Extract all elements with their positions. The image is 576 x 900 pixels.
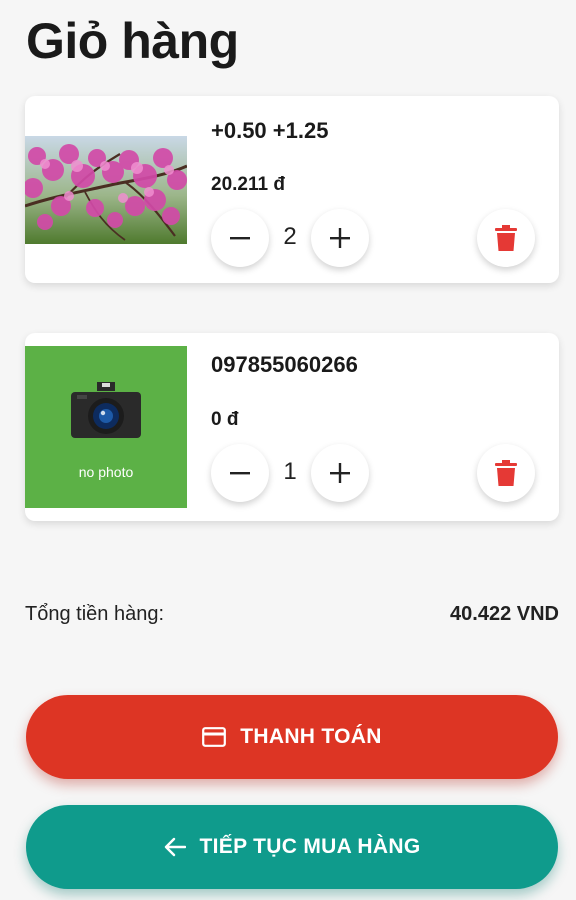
quantity-value: 2 <box>283 223 297 250</box>
item-price: 20.211 đ <box>211 174 285 195</box>
item-price: 0 đ <box>211 409 239 430</box>
plus-icon <box>330 463 350 483</box>
minus-icon <box>230 472 250 475</box>
trash-icon <box>495 225 517 251</box>
no-photo-placeholder: no photo <box>25 346 187 508</box>
trash-icon <box>495 460 517 486</box>
item-name: 097855060266 <box>211 352 358 377</box>
delete-item-button[interactable] <box>477 444 535 502</box>
total-value: 40.422 VND <box>450 603 559 625</box>
product-image <box>25 136 187 244</box>
arrow-left-icon <box>164 837 186 857</box>
continue-shopping-label: TIẾP TỤC MUA HÀNG <box>199 835 421 858</box>
cart-item: no photo 097855060266 0 đ 1 <box>25 333 559 521</box>
decrease-quantity-button[interactable] <box>211 209 269 267</box>
page-title: Giỏ hàng <box>26 13 239 69</box>
product-image: no photo <box>25 346 187 508</box>
quantity-stepper: 2 <box>211 209 371 267</box>
total-label: Tổng tiền hàng: <box>25 603 164 625</box>
plus-icon <box>330 228 350 248</box>
delete-item-button[interactable] <box>477 209 535 267</box>
no-photo-label: no photo <box>78 464 134 480</box>
continue-shopping-button[interactable]: TIẾP TỤC MUA HÀNG <box>26 805 558 889</box>
item-name: +0.50 +1.25 <box>211 118 329 143</box>
decrease-quantity-button[interactable] <box>211 444 269 502</box>
camera-icon <box>71 382 141 438</box>
checkout-label: THANH TOÁN <box>240 725 382 748</box>
increase-quantity-button[interactable] <box>311 444 369 502</box>
blossom-photo <box>25 136 187 244</box>
minus-icon <box>230 237 250 240</box>
cart-item: +0.50 +1.25 20.211 đ 2 <box>25 96 559 283</box>
quantity-value: 1 <box>283 458 297 485</box>
credit-card-icon <box>202 727 227 747</box>
quantity-stepper: 1 <box>211 444 371 502</box>
checkout-button[interactable]: THANH TOÁN <box>26 695 558 779</box>
increase-quantity-button[interactable] <box>311 209 369 267</box>
